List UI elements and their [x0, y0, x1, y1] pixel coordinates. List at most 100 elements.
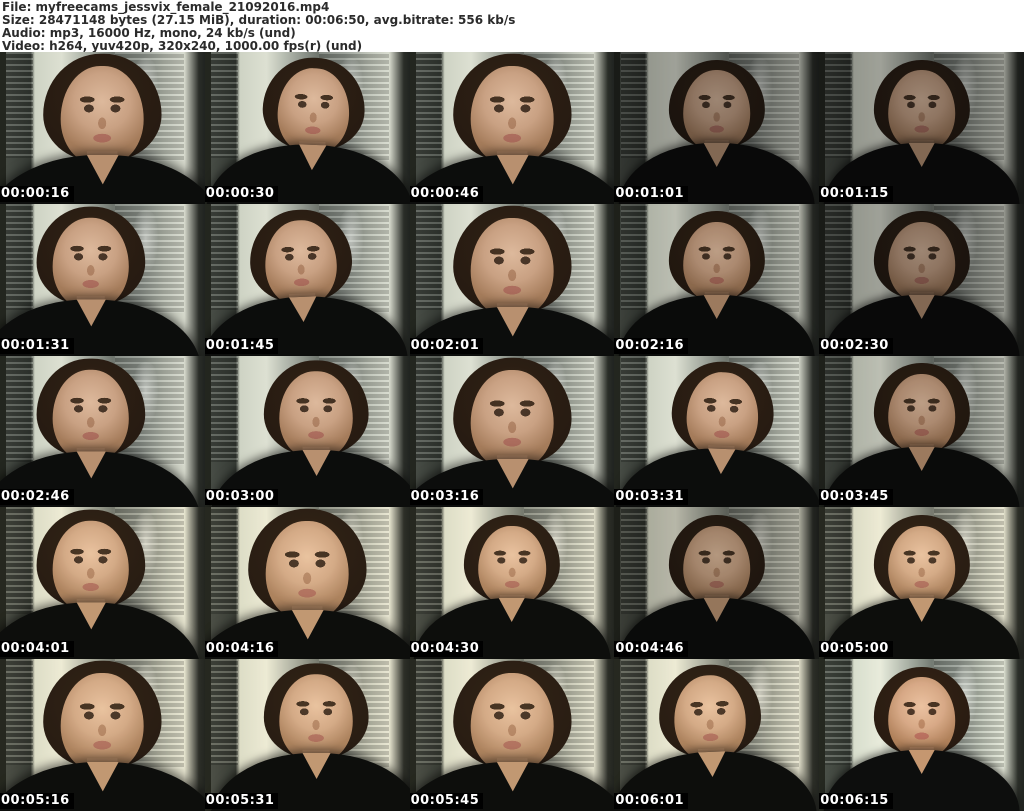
webcam-frame	[614, 659, 820, 811]
webcam-frame	[204, 203, 410, 356]
webcam-frame	[819, 659, 1024, 811]
face-shape	[279, 371, 353, 459]
video-thumbnail: 00:02:46	[0, 355, 205, 508]
video-thumbnail: 00:06:15	[819, 659, 1024, 811]
webcam-frame	[409, 203, 615, 356]
timestamp-label: 00:05:31	[204, 793, 279, 809]
timestamp-label: 00:04:30	[409, 641, 484, 658]
webcam-frame	[819, 52, 1024, 204]
media-info-header: File: myfreecams_jessvix_female_21092016…	[0, 0, 1024, 52]
video-thumbnail: 00:05:45	[409, 659, 615, 811]
video-thumbnail: 00:01:45	[204, 203, 410, 356]
face-shape	[61, 66, 144, 165]
person-silhouette	[0, 356, 205, 508]
thumbnail-grid: 00:00:16 00:00:30 00:00:46 00:01:01 00:0…	[0, 52, 1024, 811]
person-silhouette	[409, 356, 615, 508]
webcam-frame	[409, 507, 615, 660]
face-shape	[470, 66, 554, 165]
person-silhouette	[410, 507, 615, 660]
person-silhouette	[614, 659, 819, 811]
video-thumbnail: 00:05:00	[819, 507, 1024, 660]
video-thumbnail: 00:03:45	[819, 355, 1024, 508]
video-thumbnail: 00:00:46	[409, 52, 615, 204]
timestamp-label: 00:01:01	[614, 185, 689, 202]
video-thumbnail: 00:01:01	[614, 52, 820, 204]
video-thumbnail: 00:05:16	[0, 659, 205, 811]
video-thumbnail: 00:03:31	[614, 355, 820, 508]
webcam-frame	[0, 659, 205, 811]
person-silhouette	[205, 52, 410, 204]
face-shape	[53, 217, 129, 309]
webcam-frame	[409, 659, 615, 811]
timestamp-label: 00:01:15	[819, 185, 893, 202]
webcam-frame	[614, 355, 820, 508]
video-thumbnail: 00:02:01	[409, 203, 615, 356]
face-shape	[478, 525, 546, 607]
person-silhouette	[204, 204, 410, 356]
face-shape	[470, 218, 554, 317]
video-thumbnail: 00:00:16	[0, 52, 205, 204]
person-silhouette	[0, 507, 205, 660]
webcam-frame	[204, 659, 410, 811]
webcam-frame	[409, 355, 615, 508]
webcam-frame	[819, 203, 1024, 356]
timestamp-label: 00:00:16	[0, 185, 74, 202]
video-thumbnail: 00:00:30	[204, 52, 410, 204]
video-info-line: Video: h264, yuv420p, 320x240, 1000.00 f…	[2, 39, 363, 53]
webcam-frame	[0, 507, 205, 660]
face-shape	[682, 222, 751, 303]
person-silhouette	[819, 507, 1024, 660]
webcam-frame	[204, 355, 410, 508]
person-silhouette	[614, 356, 820, 508]
face-shape	[61, 673, 144, 773]
face-shape	[887, 70, 956, 152]
person-silhouette	[819, 204, 1024, 356]
timestamp-label: 00:06:15	[819, 793, 893, 809]
timestamp-label: 00:01:45	[204, 337, 279, 354]
person-silhouette	[0, 659, 205, 811]
face-shape	[682, 525, 751, 607]
video-thumbnail: 00:03:00	[204, 355, 410, 508]
timestamp-label: 00:05:16	[0, 793, 74, 809]
person-silhouette	[0, 204, 205, 356]
timestamp-label: 00:03:45	[819, 489, 893, 506]
video-thumbnail: 00:02:30	[819, 203, 1024, 356]
person-silhouette	[614, 204, 819, 356]
video-thumbnail: 00:01:15	[819, 52, 1024, 204]
timestamp-label: 00:00:30	[204, 185, 279, 202]
face-shape	[887, 677, 956, 759]
timestamp-label: 00:03:16	[409, 489, 484, 506]
person-silhouette	[409, 204, 615, 356]
person-silhouette	[819, 659, 1024, 811]
timestamp-label: 00:02:30	[819, 337, 893, 354]
person-silhouette	[205, 356, 410, 508]
video-thumbnail: 00:04:01	[0, 507, 205, 660]
webcam-frame	[614, 203, 820, 356]
webcam-frame	[819, 507, 1024, 660]
timestamp-label: 00:04:16	[204, 641, 279, 658]
face-shape	[470, 673, 554, 773]
timestamp-label: 00:06:01	[614, 793, 689, 809]
person-silhouette	[614, 52, 819, 204]
face-shape	[53, 521, 129, 612]
video-thumbnail: 00:01:31	[0, 203, 205, 356]
video-thumbnail: 00:05:31	[204, 659, 410, 811]
face-shape	[265, 521, 349, 621]
person-silhouette	[614, 507, 819, 660]
person-silhouette	[409, 52, 615, 204]
face-shape	[470, 369, 554, 469]
timestamp-label: 00:03:00	[204, 489, 279, 506]
face-shape	[682, 70, 751, 152]
timestamp-label: 00:05:00	[819, 641, 893, 658]
timestamp-label: 00:00:46	[409, 185, 484, 202]
video-thumbnail: 00:04:46	[614, 507, 820, 660]
video-thumbnail: 00:06:01	[614, 659, 820, 811]
webcam-frame	[204, 52, 410, 204]
webcam-frame	[614, 52, 820, 204]
timestamp-label: 00:05:45	[409, 793, 484, 809]
timestamp-label: 00:02:46	[0, 489, 74, 506]
webcam-frame	[204, 507, 410, 660]
webcam-frame	[0, 52, 205, 204]
person-silhouette	[205, 659, 410, 811]
face-shape	[887, 373, 956, 455]
